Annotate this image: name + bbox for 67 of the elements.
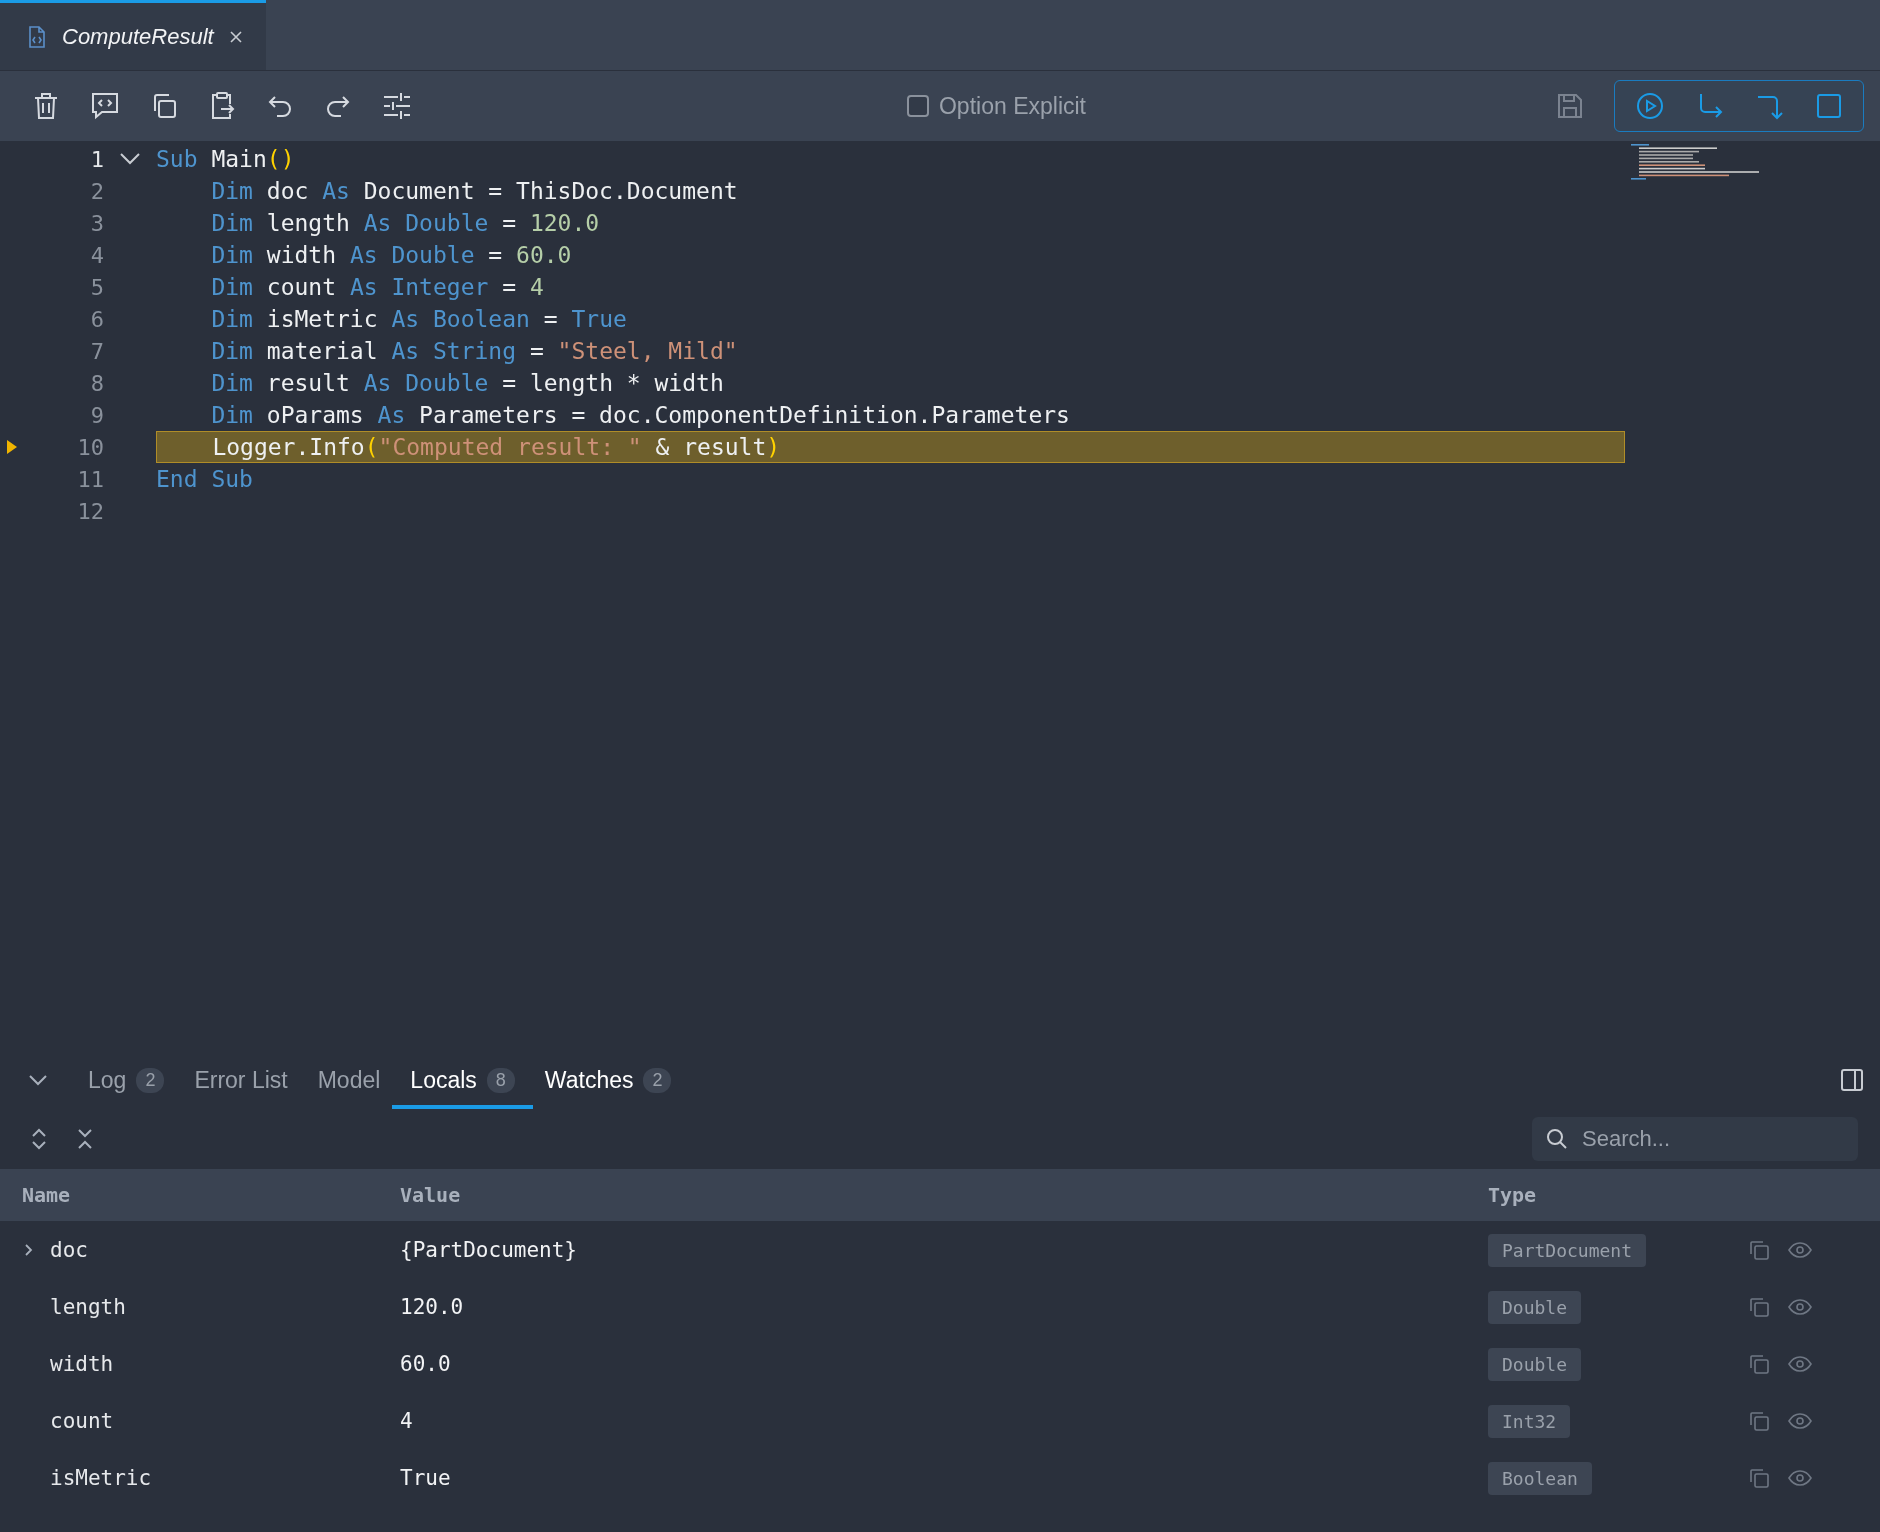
search-field[interactable]: Search... [1532, 1117, 1858, 1161]
code-line: Dim isMetric As Boolean = True [210, 306, 627, 332]
side-panel-icon[interactable] [1840, 1068, 1864, 1092]
search-icon [1546, 1128, 1568, 1150]
variable-name: width [50, 1351, 114, 1376]
column-header: Value [400, 1183, 462, 1207]
eye-icon[interactable] [1788, 1240, 1812, 1259]
close-icon[interactable] [227, 28, 244, 45]
stop-icon[interactable] [1815, 92, 1843, 120]
code-line: Dim material As String = "Steel, Mild" [210, 338, 738, 364]
code-line: Dim count As Integer = 4 [210, 274, 544, 300]
code-line: End Sub [156, 466, 253, 492]
checkbox[interactable] [907, 95, 929, 117]
type-tag: Int32 [1488, 1404, 1571, 1438]
line-number: 8 [89, 370, 104, 396]
line-number: 9 [89, 402, 104, 428]
variable-name: isMetric [50, 1465, 152, 1490]
eye-icon[interactable] [1788, 1354, 1812, 1373]
fold-chevron-icon[interactable] [119, 152, 141, 166]
line-number: 1 [89, 146, 104, 172]
type-tag: Double [1488, 1290, 1582, 1324]
code-line: Logger.Info("Computed result: " & result) [211, 434, 781, 460]
play-icon[interactable] [1635, 91, 1665, 121]
expand-all-icon[interactable] [30, 1127, 48, 1151]
type-tag: Boolean [1488, 1461, 1592, 1495]
variable-value: 60.0 [400, 1351, 452, 1376]
type-tag: Double [1488, 1347, 1582, 1381]
line-number: 2 [89, 178, 104, 204]
variable-name: doc [50, 1237, 88, 1262]
code-line: Sub Main() [156, 146, 295, 172]
eye-icon[interactable] [1788, 1297, 1812, 1316]
variable-value: {PartDocument} [400, 1237, 578, 1262]
expand-chevron-icon[interactable] [24, 1242, 34, 1257]
code-comment-icon[interactable] [90, 91, 120, 121]
eye-icon[interactable] [1788, 1411, 1812, 1430]
collapse-all-icon[interactable] [76, 1127, 94, 1151]
line-number: 7 [89, 338, 104, 364]
code-line: Dim doc As Document = ThisDoc.Document [210, 178, 738, 204]
code-line: Dim length As Double = 120.0 [210, 210, 600, 236]
panel-tab[interactable]: Locals 8 [392, 1051, 533, 1109]
code-line: Dim oParams As Parameters = doc.ComponentDefinition.Parameters [210, 402, 1070, 428]
collapse-chevron-icon[interactable] [28, 1074, 48, 1086]
variable-name: length [50, 1294, 126, 1319]
column-header: Name [21, 1183, 72, 1207]
file-code-icon [26, 24, 48, 49]
line-number: 10 [76, 434, 104, 460]
line-number: 6 [89, 306, 104, 332]
tab-title: ComputeResult [62, 23, 214, 50]
line-number: 5 [89, 274, 104, 300]
save-icon[interactable] [1556, 92, 1584, 120]
code-line: Dim width As Double = 60.0 [210, 242, 572, 268]
trash-icon[interactable] [32, 91, 60, 121]
column-header: Type [1488, 1183, 1538, 1207]
sliders-icon[interactable] [382, 92, 412, 120]
line-number: 4 [89, 242, 104, 268]
variable-value: 120.0 [400, 1294, 465, 1319]
line-number: 11 [76, 466, 104, 492]
variable-value: True [400, 1465, 452, 1490]
eye-icon[interactable] [1788, 1468, 1812, 1487]
checkbox-label: Option Explicit [939, 92, 1086, 120]
code-line: Dim result As Double = length * width [210, 370, 724, 396]
line-number: 3 [89, 210, 104, 236]
variable-value: 4 [400, 1408, 414, 1433]
type-tag: PartDocument [1488, 1233, 1647, 1267]
editor-tab[interactable]: ComputeResult [0, 0, 266, 70]
line-number: 12 [76, 498, 104, 524]
variable-name: count [50, 1408, 114, 1433]
